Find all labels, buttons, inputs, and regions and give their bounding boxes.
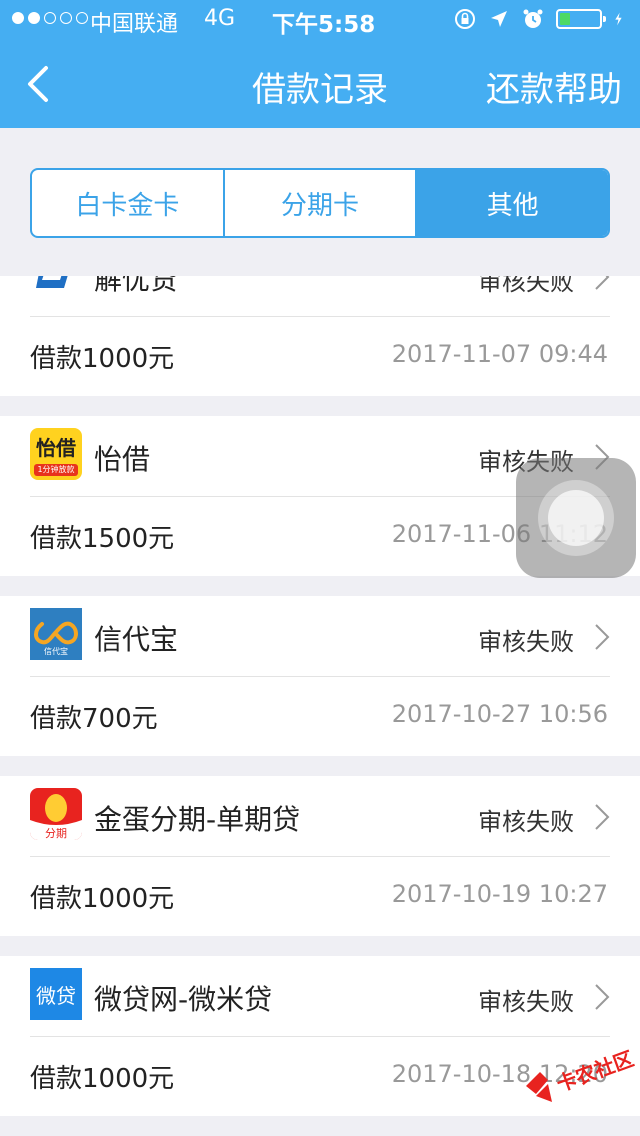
chevron-right-icon (595, 624, 610, 650)
network-type: 4G (204, 6, 236, 31)
logo-subtext: 1分钟放款 (34, 464, 78, 476)
divider (30, 676, 610, 677)
signal-dot (28, 12, 40, 24)
record-header[interactable]: 解忧贷 审核失败 (0, 276, 640, 316)
alarm-icon (523, 9, 543, 28)
assistive-touch-button[interactable] (516, 458, 636, 578)
chevron-right-icon (595, 276, 610, 290)
chevron-right-icon (595, 984, 610, 1010)
record-status: 审核失败 (478, 628, 574, 656)
tab-installment-card[interactable]: 分期卡 (225, 170, 418, 236)
record-name: 金蛋分期-单期贷 (94, 803, 301, 836)
divider (30, 316, 610, 317)
status-bar: 中国联通 4G 下午5:58 (0, 0, 640, 40)
signal-dot (76, 12, 88, 24)
logo-text: 怡借 (36, 436, 76, 460)
repay-help-button[interactable]: 还款帮助 (486, 62, 622, 111)
xindaibao-logo: 信代宝 (30, 608, 82, 660)
record-name: 怡借 (94, 443, 151, 476)
rotation-lock-icon (455, 9, 475, 29)
battery-icon (556, 9, 606, 29)
record-header[interactable]: 微贷 微贷网-微米贷 审核失败 (0, 956, 640, 1036)
nav-bar: 借款记录 还款帮助 (0, 40, 640, 128)
record-amount: 借款1000元 (30, 1064, 175, 1094)
signal-dot (60, 12, 72, 24)
battery-fill (560, 13, 570, 25)
list-item[interactable]: 信代宝 信代宝 审核失败 借款700元 2017-10-27 10:56 (0, 596, 640, 756)
logo-subtext: 信代宝 (44, 647, 68, 656)
status-right-icons (454, 8, 628, 30)
chevron-right-icon (595, 804, 610, 830)
tab-white-gold-card[interactable]: 白卡金卡 (32, 170, 225, 236)
battery-cap (603, 16, 606, 22)
yijie-logo: 怡借 1分钟放款 (30, 428, 82, 480)
record-amount: 借款1000元 (30, 344, 175, 374)
category-tabs: 白卡金卡 分期卡 其他 (30, 168, 610, 238)
record-date: 2017-10-19 10:27 (391, 880, 608, 908)
divider (30, 1036, 610, 1037)
jindan-logo: 分期 (30, 788, 82, 840)
loan-record-list[interactable]: 解忧贷 审核失败 借款1000元 2017-11-07 09:44 怡借 1分钟… (0, 276, 640, 1136)
record-status: 审核失败 (478, 808, 574, 836)
record-status: 审核失败 (478, 276, 574, 296)
record-name: 信代宝 (94, 623, 179, 656)
top-bar: 中国联通 4G 下午5:58 借款记录 还款帮助 (0, 0, 640, 128)
signal-strength (12, 12, 88, 24)
record-name: 微贷网-微米贷 (94, 983, 273, 1016)
weidai-logo: 微贷 (30, 968, 82, 1020)
divider (30, 856, 610, 857)
jieyoudai-logo (30, 276, 82, 300)
logo-subtext: 分期 (45, 827, 67, 840)
record-name: 解忧贷 (94, 276, 179, 296)
record-amount: 借款700元 (30, 704, 158, 734)
assistive-ring-inner (548, 490, 604, 546)
tab-other[interactable]: 其他 (417, 170, 608, 236)
record-amount: 借款1500元 (30, 524, 175, 554)
signal-dot (44, 12, 56, 24)
watermark-logo: 卡农社区 (522, 1046, 637, 1116)
list-item[interactable]: 解忧贷 审核失败 借款1000元 2017-11-07 09:44 (0, 276, 640, 396)
signal-dot (12, 12, 24, 24)
record-date: 2017-10-27 10:56 (391, 700, 608, 728)
status-time: 下午5:58 (272, 12, 376, 38)
record-status: 审核失败 (478, 988, 574, 1016)
record-header[interactable]: 信代宝 信代宝 审核失败 (0, 596, 640, 676)
location-arrow-icon (491, 11, 507, 27)
list-item[interactable]: 分期 金蛋分期-单期贷 审核失败 借款1000元 2017-10-19 10:2… (0, 776, 640, 936)
record-date: 2017-11-07 09:44 (391, 340, 608, 368)
logo-text: 微贷 (36, 984, 76, 1008)
charging-bolt-icon (615, 12, 622, 26)
record-amount: 借款1000元 (30, 884, 175, 914)
record-header[interactable]: 分期 金蛋分期-单期贷 审核失败 (0, 776, 640, 856)
carrier-name: 中国联通 (90, 12, 179, 37)
